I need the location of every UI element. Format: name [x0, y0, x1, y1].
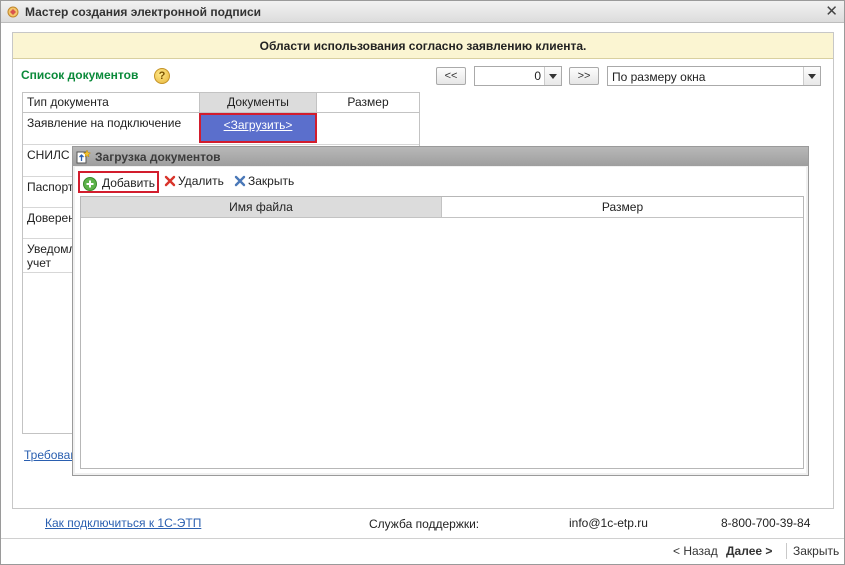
- next-page-button[interactable]: >>: [569, 67, 599, 85]
- help-icon[interactable]: ?: [154, 68, 170, 84]
- file-grid[interactable]: Имя файла Размер: [80, 196, 804, 469]
- zoom-select[interactable]: По размеру окна: [607, 66, 821, 86]
- column-size: Размер: [347, 95, 389, 109]
- next-button[interactable]: Далее >: [726, 544, 772, 558]
- back-button[interactable]: < Назад: [673, 544, 718, 558]
- prev-page-button[interactable]: <<: [436, 67, 466, 85]
- row-name: Заявление на подключение: [27, 116, 182, 130]
- column-documents: Документы: [199, 93, 317, 112]
- nav-divider: [786, 543, 787, 559]
- dialog-body: Добавить Удалить Закрыть Имя файла Разме…: [75, 167, 806, 473]
- close-icon: [234, 175, 246, 187]
- requirements-link[interactable]: Требован: [24, 448, 77, 462]
- wizard-window: Мастер создания электронной подписи ✕ Об…: [0, 0, 845, 565]
- upload-dialog: Загрузка документов Добавить Удалить Зак…: [72, 146, 809, 476]
- add-button[interactable]: Добавить: [78, 171, 159, 193]
- close-button-label: Закрыть: [248, 174, 295, 188]
- usage-banner: Области использования согласно заявлению…: [13, 33, 833, 59]
- table-header: Тип документа Документы Размер: [23, 93, 419, 113]
- table-row[interactable]: Заявление на подключение <Загрузить>: [23, 113, 419, 145]
- column-doc-type: Тип документа: [27, 95, 109, 109]
- dialog-title-bar: Загрузка документов: [73, 147, 808, 166]
- window-title: Мастер создания электронной подписи: [25, 5, 262, 19]
- support-label: Служба поддержки:: [369, 517, 480, 531]
- dialog-title: Загрузка документов: [95, 150, 221, 164]
- app-icon: [7, 6, 19, 18]
- support-email: info@1c-etp.ru: [569, 516, 648, 530]
- title-bar: Мастер создания электронной подписи ✕: [1, 1, 844, 23]
- plus-icon: [83, 177, 97, 191]
- document-upload-icon: [76, 149, 91, 164]
- how-to-connect-link[interactable]: Как подключиться к 1С-ЭТП: [45, 516, 201, 530]
- column-file-size[interactable]: Размер: [442, 197, 803, 217]
- page-number-value: 0: [534, 69, 541, 83]
- upload-cell[interactable]: <Загрузить>: [199, 113, 317, 143]
- column-file-name[interactable]: Имя файла: [81, 197, 442, 217]
- delete-icon: [164, 175, 176, 187]
- chevron-down-icon[interactable]: [544, 67, 561, 85]
- close-button[interactable]: Закрыть: [231, 171, 301, 193]
- zoom-value: По размеру окна: [612, 70, 706, 84]
- upload-link[interactable]: <Загрузить>: [201, 118, 315, 132]
- document-list-title: Список документов: [21, 68, 139, 82]
- page-number-field[interactable]: 0: [474, 66, 562, 86]
- footer-divider: [1, 538, 844, 539]
- add-button-label: Добавить: [102, 176, 156, 190]
- delete-button-label: Удалить: [178, 174, 224, 188]
- support-phone: 8-800-700-39-84: [721, 516, 811, 530]
- delete-button[interactable]: Удалить: [161, 171, 225, 193]
- chevron-down-icon[interactable]: [803, 67, 820, 85]
- close-wizard-button[interactable]: Закрыть: [793, 544, 839, 558]
- file-grid-header: Имя файла Размер: [81, 197, 803, 218]
- close-icon[interactable]: ✕: [825, 3, 838, 21]
